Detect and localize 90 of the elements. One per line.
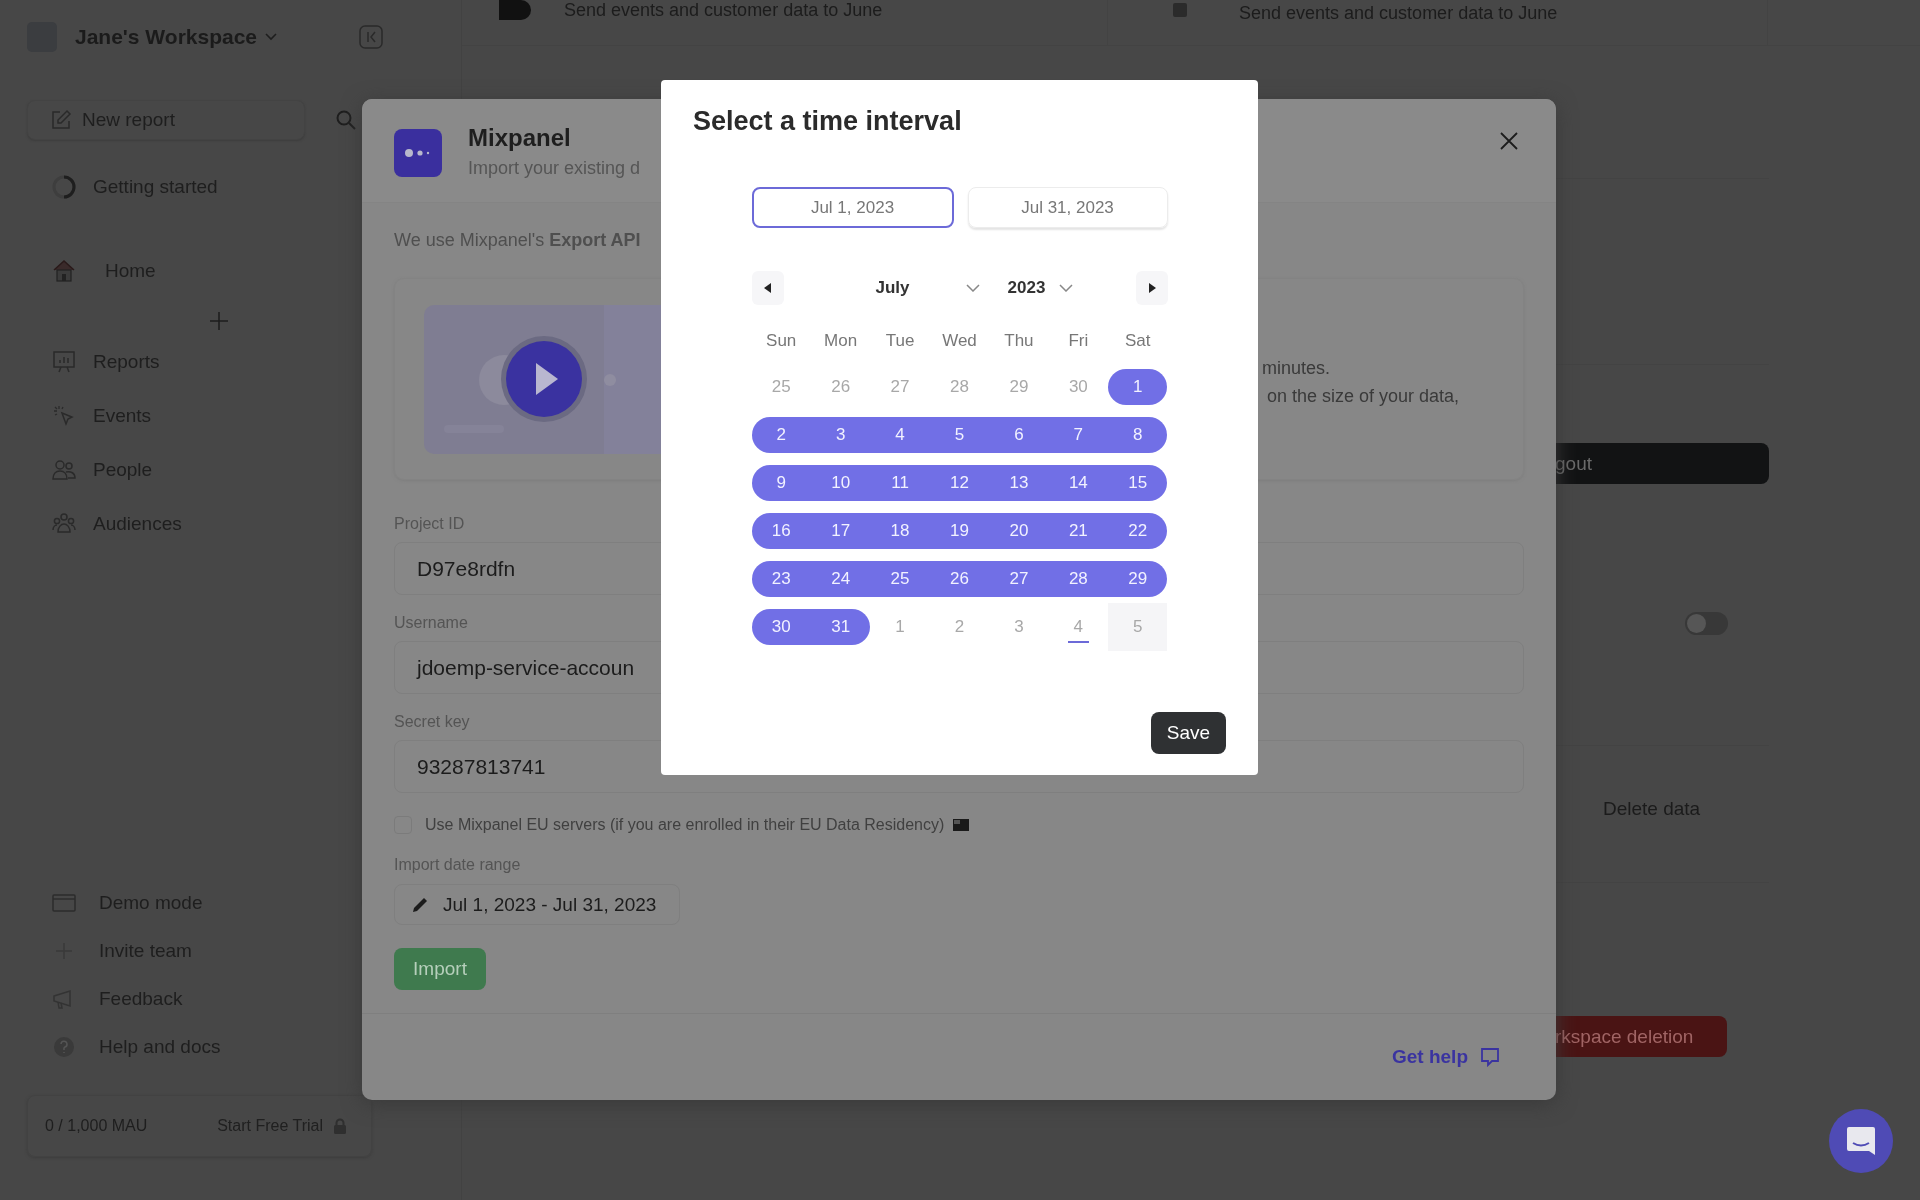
toggle-switch[interactable]	[1685, 612, 1728, 635]
chevron-down-icon[interactable]	[265, 33, 278, 41]
calendar-day[interactable]: 5	[1108, 603, 1168, 651]
save-button[interactable]: Save	[1151, 712, 1226, 754]
calendar-day[interactable]: 27	[989, 561, 1049, 597]
previous-month-button[interactable]	[751, 271, 784, 305]
calendar-day[interactable]: 1	[1108, 369, 1168, 405]
chart-board-icon	[51, 349, 77, 375]
people-icon	[51, 457, 77, 483]
weekday-label: Fri	[1067, 330, 1090, 352]
weekday-label: Thu	[1003, 330, 1035, 352]
calendar-day[interactable]: 4	[870, 417, 930, 453]
next-month-button[interactable]	[1135, 271, 1168, 305]
intro-text: We use Mixpanel's Export API	[394, 229, 641, 251]
calendar-day[interactable]: 18	[870, 513, 930, 549]
calendar-day[interactable]: 20	[989, 513, 1049, 549]
chat-launcher-icon[interactable]	[1829, 1109, 1893, 1173]
calendar-day[interactable]: 25	[751, 369, 811, 405]
month-select[interactable]: July	[875, 278, 910, 298]
weekday-label: Sat	[1124, 330, 1152, 352]
lock-icon	[333, 1118, 347, 1134]
checkbox-label: Use Mixpanel EU servers (if you are enrolled in their EU Data Residency)	[425, 816, 945, 834]
calendar-day[interactable]: 7	[1048, 417, 1109, 453]
calendar-day[interactable]: 27	[870, 369, 930, 405]
workspace-deletion-button[interactable]: rkspace deletion	[1555, 1016, 1727, 1057]
calendar-day[interactable]: 3	[810, 417, 871, 453]
logout-button[interactable]: gout	[1555, 443, 1769, 484]
edit-icon	[50, 109, 72, 131]
calendar-day[interactable]: 11	[870, 465, 930, 501]
calendar-day[interactable]: 12	[929, 465, 990, 501]
calendar-day[interactable]: 28	[929, 369, 990, 405]
calendar-day[interactable]: 1	[870, 609, 930, 645]
calendar-day[interactable]: 29	[989, 369, 1049, 405]
get-help-link[interactable]: Get help	[1392, 1046, 1468, 1068]
calendar-day[interactable]: 30	[751, 609, 811, 645]
calendar-day[interactable]: 9	[751, 465, 811, 501]
progress-ring-icon	[51, 174, 77, 200]
chevron-down-icon[interactable]	[1059, 284, 1074, 292]
date-range-button[interactable]: Jul 1, 2023 - Jul 31, 2023	[394, 884, 680, 925]
calendar-day[interactable]: 25	[870, 561, 930, 597]
dialog-title: Select a time interval	[693, 106, 963, 136]
close-icon[interactable]	[1499, 131, 1519, 151]
chat-bubble-icon	[1480, 1047, 1500, 1067]
weekday-label: Wed	[941, 330, 978, 352]
date-field[interactable]: Jul 31, 2023	[967, 187, 1168, 228]
caret-right-icon	[1147, 283, 1156, 293]
video-description: minutes.	[1262, 357, 1331, 379]
calendar-day[interactable]: 13	[989, 465, 1049, 501]
calendar-day[interactable]: 26	[810, 369, 871, 405]
calendar-day[interactable]: 14	[1048, 465, 1109, 501]
calendar-day[interactable]: 28	[1048, 561, 1109, 597]
flag-icon	[953, 819, 970, 831]
calendar-day[interactable]: 4	[1048, 609, 1109, 645]
calendar-day[interactable]: 31	[810, 609, 871, 645]
calendar-day[interactable]: 2	[929, 609, 990, 645]
weekday-label: Sun	[765, 330, 798, 352]
play-button[interactable]	[500, 335, 588, 423]
dialog-title: Mixpanel	[468, 127, 572, 149]
calendar-day[interactable]: 22	[1108, 513, 1168, 549]
import-button[interactable]: Import	[394, 948, 486, 990]
calendar-day[interactable]: 16	[751, 513, 811, 549]
calendar-day[interactable]: 21	[1048, 513, 1109, 549]
logo-icon	[499, 0, 531, 20]
calendar-day[interactable]: 17	[810, 513, 871, 549]
calendar-day[interactable]: 30	[1048, 369, 1109, 405]
logo-icon	[1173, 3, 1187, 17]
weekday-label: Tue	[884, 330, 916, 352]
calendar-day[interactable]: 3	[989, 609, 1049, 645]
year-select[interactable]: 2023	[1007, 278, 1046, 298]
calendar-day[interactable]: 23	[751, 561, 811, 597]
calendar-day[interactable]: 8	[1108, 417, 1168, 453]
chevron-down-icon[interactable]	[965, 284, 980, 292]
mixpanel-logo-icon	[394, 129, 442, 177]
date-field[interactable]: Jul 1, 2023	[751, 187, 954, 228]
window-icon	[51, 892, 77, 914]
weekday-label: Mon	[823, 330, 859, 352]
calendar-day[interactable]: 26	[929, 561, 990, 597]
calendar-day[interactable]: 29	[1108, 561, 1168, 597]
search-icon[interactable]	[335, 109, 357, 131]
video-description: on the size of your data,	[1267, 385, 1460, 407]
house-icon	[51, 258, 77, 284]
calendar-day[interactable]: 5	[929, 417, 990, 453]
calendar-day[interactable]: 2	[751, 417, 811, 453]
calendar-day[interactable]: 10	[810, 465, 871, 501]
calendar-day[interactable]: 19	[929, 513, 990, 549]
caret-left-icon	[763, 283, 772, 293]
calendar-day[interactable]: 24	[810, 561, 871, 597]
calendar-day[interactable]: 15	[1108, 465, 1168, 501]
calendar-day[interactable]: 6	[989, 417, 1049, 453]
help-icon	[51, 1036, 77, 1058]
